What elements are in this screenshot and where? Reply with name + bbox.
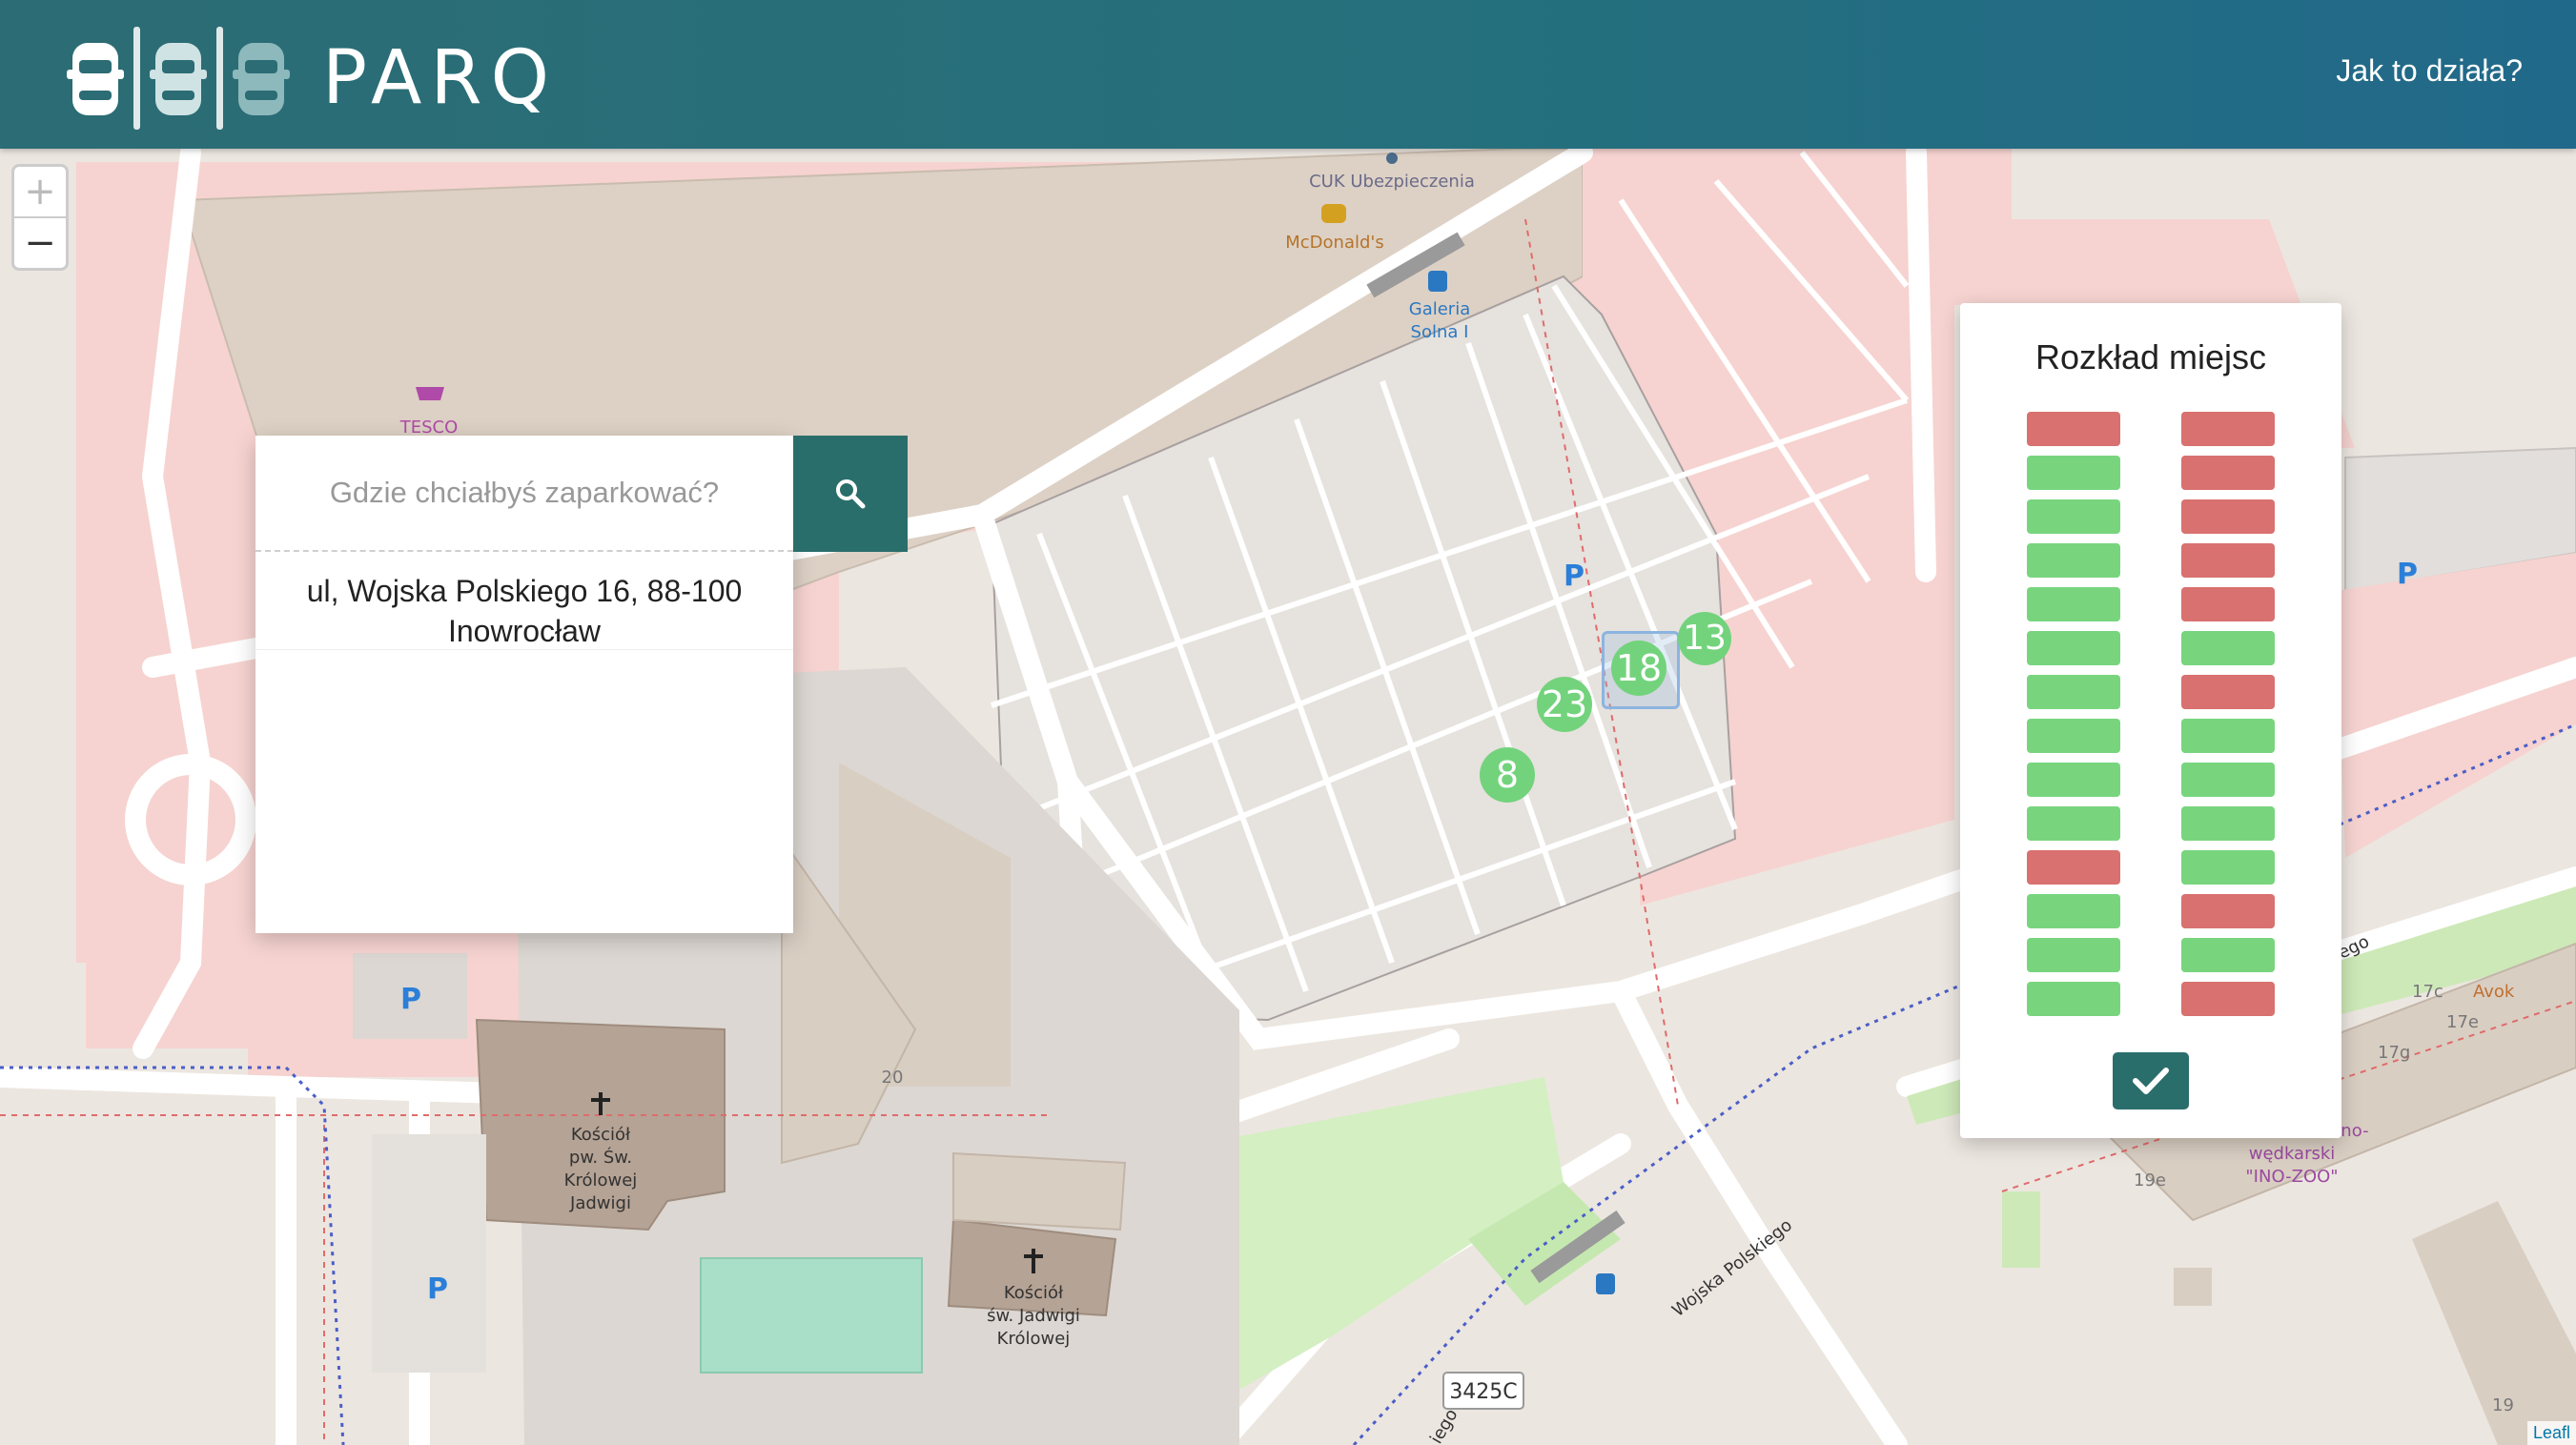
parking-spot-free[interactable] xyxy=(2181,763,2275,797)
map-label-avok: Avok xyxy=(2473,982,2515,1002)
map-label-cuk: CUK Ubezpieczenia xyxy=(1309,172,1475,192)
shop-cart-icon xyxy=(416,387,444,400)
car-icon xyxy=(150,43,207,115)
spots-column-right xyxy=(2181,412,2275,1026)
map-attribution[interactable]: Leafl xyxy=(2526,1421,2576,1445)
search-button[interactable] xyxy=(793,436,908,552)
parking-spot-free[interactable] xyxy=(2027,675,2120,709)
poi-dot-icon xyxy=(1386,153,1398,164)
parking-spot-free[interactable] xyxy=(2181,719,2275,753)
search-suggestion[interactable]: ul, Wojska Polskiego 16, 88-100 Inowrocł… xyxy=(256,554,793,650)
parking-marker: P xyxy=(1564,560,1584,593)
map-label-19: 19 xyxy=(2492,1395,2514,1415)
confirm-button[interactable] xyxy=(2113,1052,2189,1109)
parking-spot-free[interactable] xyxy=(2027,938,2120,972)
parking-spot-free[interactable] xyxy=(2027,456,2120,490)
road-shield: 3425C xyxy=(1449,1380,1517,1404)
parking-cluster[interactable]: 13 xyxy=(1678,612,1731,665)
map-label-church2-b: św. Jadwigi xyxy=(987,1306,1080,1326)
map-label-19e: 19e xyxy=(2134,1170,2166,1191)
map-label-church1: Kościół xyxy=(571,1125,631,1145)
parking-spot-free[interactable] xyxy=(2027,982,2120,1016)
map-label-17g: 17g xyxy=(2378,1043,2410,1063)
map-label-church1-d: Jadwigi xyxy=(569,1193,631,1213)
parking-spot-free[interactable] xyxy=(2027,631,2120,665)
parking-spot-taken[interactable] xyxy=(2027,412,2120,446)
parking-cluster[interactable]: 23 xyxy=(1537,677,1592,732)
search-input[interactable] xyxy=(256,436,793,552)
parking-spot-taken[interactable] xyxy=(2181,587,2275,621)
parking-spot-free[interactable] xyxy=(2027,806,2120,841)
map-label-church2-c: Królowej xyxy=(997,1329,1071,1349)
map-label-church1-b: pw. Św. xyxy=(569,1147,632,1168)
map-label-mcdonalds: McDonald's xyxy=(1285,233,1384,253)
parking-spot-taken[interactable] xyxy=(2181,456,2275,490)
logo-divider xyxy=(133,27,140,130)
map-label-church2: Kościół xyxy=(1004,1283,1064,1303)
map-label-17e: 17e xyxy=(2446,1012,2479,1032)
parking-spot-taken[interactable] xyxy=(2181,412,2275,446)
parking-spot-free[interactable] xyxy=(2027,543,2120,578)
parking-spot-free[interactable] xyxy=(2181,631,2275,665)
parking-marker: P xyxy=(427,1272,448,1306)
spots-layout-panel: Rozkład miejsc xyxy=(1960,303,2341,1138)
parking-spot-taken[interactable] xyxy=(2181,982,2275,1016)
map-label-shop: wędkarski xyxy=(2249,1144,2336,1164)
parking-spot-free[interactable] xyxy=(2027,587,2120,621)
parking-spot-free[interactable] xyxy=(2027,719,2120,753)
app-header: PARQ Jak to działa? xyxy=(0,0,2576,149)
zoom-control: + − xyxy=(11,164,69,271)
parking-spot-free[interactable] xyxy=(2181,806,2275,841)
logo-divider xyxy=(216,27,223,130)
brand-name: PARQ xyxy=(322,35,558,121)
car-icon xyxy=(233,43,290,115)
parking-spot-taken[interactable] xyxy=(2027,850,2120,885)
spots-column-left xyxy=(2027,412,2120,1026)
parking-spot-free[interactable] xyxy=(2027,894,2120,928)
parking-spot-free[interactable] xyxy=(2027,763,2120,797)
check-icon xyxy=(2133,1068,2169,1094)
map-label-building-20: 20 xyxy=(882,1068,904,1088)
parking-spot-taken[interactable] xyxy=(2181,543,2275,578)
map-label-church1-c: Królowej xyxy=(564,1170,638,1191)
fastfood-icon xyxy=(1321,204,1346,223)
parking-marker: P xyxy=(400,983,421,1016)
map-label-galeria-2: Solna I xyxy=(1411,322,1469,342)
bus-stop-icon xyxy=(1428,271,1447,292)
bus-stop-icon xyxy=(1596,1273,1615,1294)
how-it-works-link[interactable]: Jak to działa? xyxy=(2336,53,2523,89)
parking-spot-taken[interactable] xyxy=(2181,894,2275,928)
zoom-out-button[interactable]: − xyxy=(14,218,66,268)
map-label-shop-2: "INO-ZOO" xyxy=(2245,1167,2338,1187)
parking-spot-taken[interactable] xyxy=(2181,499,2275,534)
parking-cluster[interactable]: 18 xyxy=(1611,641,1666,696)
parking-spot-taken[interactable] xyxy=(2181,675,2275,709)
parking-marker: P xyxy=(2397,558,2418,591)
car-icon xyxy=(67,43,124,115)
search-panel: ul, Wojska Polskiego 16, 88-100 Inowrocł… xyxy=(256,436,793,933)
parking-spot-free[interactable] xyxy=(2181,938,2275,972)
car-icons xyxy=(67,27,290,130)
brand-logo[interactable]: PARQ xyxy=(67,27,558,130)
parking-spot-free[interactable] xyxy=(2181,850,2275,885)
spots-panel-title: Rozkład miejsc xyxy=(2034,337,2267,377)
map-label-17c: 17c xyxy=(2412,982,2443,1002)
map-label-galeria: Galeria xyxy=(1409,299,1471,319)
zoom-in-button[interactable]: + xyxy=(14,167,66,218)
parking-cluster[interactable]: 8 xyxy=(1480,747,1535,803)
map-label-tesco: TESCO xyxy=(399,417,459,438)
parking-spot-free[interactable] xyxy=(2027,499,2120,534)
search-icon xyxy=(836,479,866,509)
